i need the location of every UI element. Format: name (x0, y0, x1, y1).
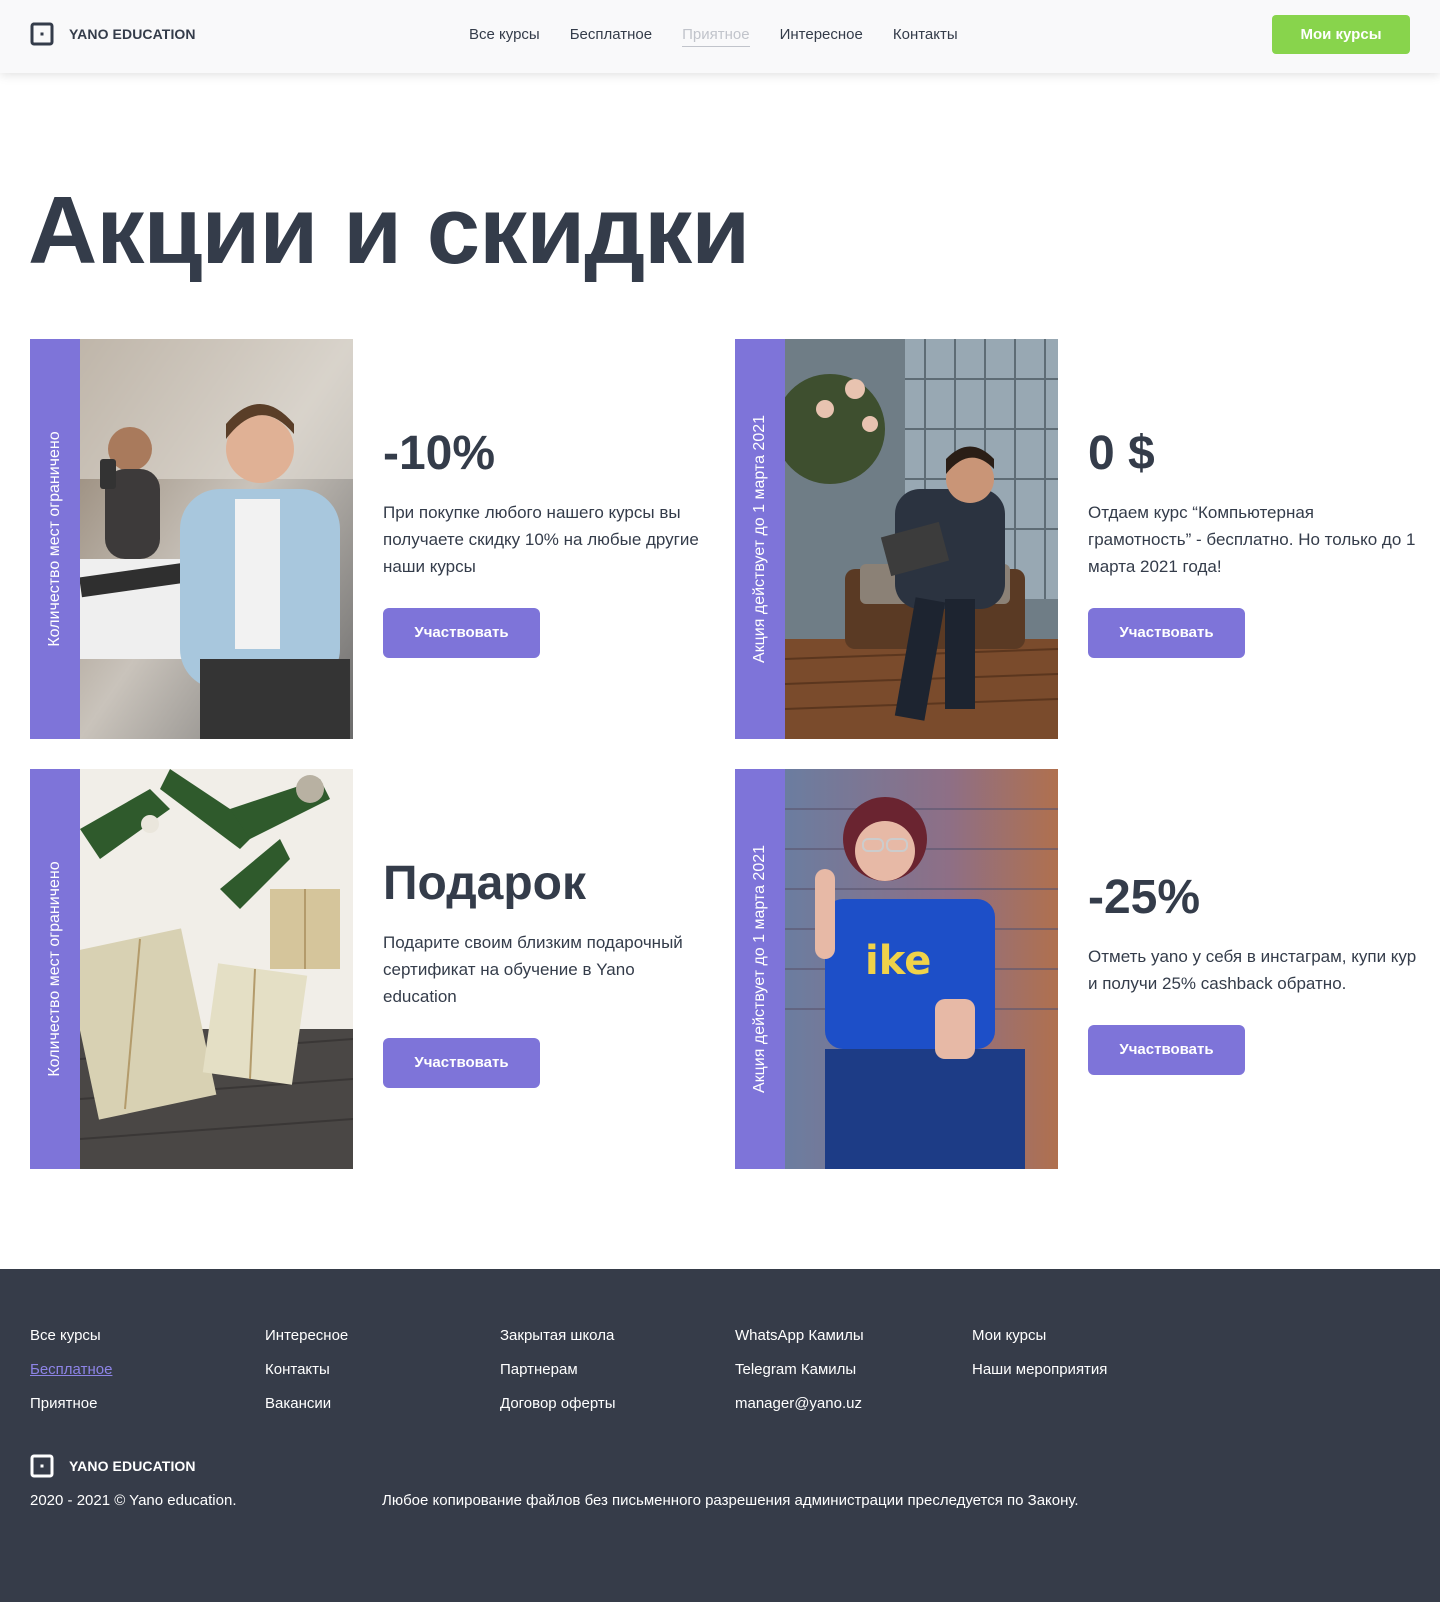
footer-column: WhatsApp Камилы Telegram Камилы manager@… (735, 1319, 864, 1421)
site-header: YANO EDUCATION Все курсы Бесплатное Прия… (0, 0, 1440, 73)
nav-interesting[interactable]: Интересное (780, 24, 863, 47)
footer-column: Все курсы Бесплатное Приятное (30, 1319, 112, 1421)
footer-link-offer[interactable]: Договор оферты (500, 1387, 616, 1421)
footer-link-partners[interactable]: Партнерам (500, 1353, 616, 1387)
footer-link-all-courses[interactable]: Все курсы (30, 1319, 112, 1353)
promo-ribbon: Акция действует до 1 марта 2021 (735, 339, 785, 739)
promo-body: 0 $ Отдаем курс “Компьютерная грамотност… (1088, 427, 1418, 658)
footer-link-free[interactable]: Бесплатное (30, 1353, 112, 1387)
participate-button[interactable]: Участвовать (383, 607, 540, 658)
promo-body: -25% Отметь yano у себя в инстаграм, куп… (1088, 871, 1418, 1075)
nav-contacts[interactable]: Контакты (893, 24, 958, 47)
promo-text: Подарите своим близким подарочный сертиф… (383, 932, 683, 1006)
promo-text: При покупке любого нашего курсы вы получ… (383, 502, 699, 576)
nav-free[interactable]: Бесплатное (570, 24, 652, 47)
promo-card: Акция действует до 1 марта 2021 0 $ Отда (735, 339, 1425, 739)
gift-boxes-photo (80, 769, 353, 1169)
site-footer: Все курсы Бесплатное Приятное Интересное… (0, 1269, 1440, 1602)
participate-button[interactable]: Участвовать (1088, 1024, 1245, 1075)
promo-title: -10% (383, 427, 496, 480)
copyright: 2020 - 2021 © Yano education. (30, 1492, 237, 1509)
brand-name: YANO EDUCATION (69, 26, 196, 42)
footer-link-telegram[interactable]: Telegram Камилы (735, 1353, 864, 1387)
ribbon-text: Акция действует до 1 марта 2021 (751, 414, 768, 664)
promo-card: Количество мест ограничено -10% При поку… (30, 339, 720, 739)
footer-column: Закрытая школа Партнерам Договор оферты (500, 1319, 616, 1421)
ribbon-text: Количество мест ограничено (46, 861, 63, 1077)
page-title: Акции и скидки (28, 177, 750, 284)
ribbon-text: Количество мест ограничено (46, 431, 63, 647)
svg-text:ike: ike (865, 938, 931, 984)
promo-ribbon: Количество мест ограничено (30, 339, 80, 739)
brand-name: YANO EDUCATION (69, 1458, 196, 1474)
footer-link-interesting[interactable]: Интересное (265, 1319, 348, 1353)
logo-icon (30, 22, 54, 46)
ribbon-text: Акция действует до 1 марта 2021 (751, 844, 768, 1094)
promo-title: 0 $ (1088, 427, 1155, 480)
man-with-laptop-photo (785, 339, 1058, 739)
my-courses-button[interactable]: Мои курсы (1272, 15, 1410, 54)
footer-column: Интересное Контакты Вакансии (265, 1319, 348, 1421)
promo-text: Отдаем курс “Компьютерная грамотность” -… (1088, 502, 1416, 576)
footer-link-my-courses[interactable]: Мои курсы (972, 1319, 1107, 1353)
promo-ribbon: Акция действует до 1 марта 2021 (735, 769, 785, 1169)
footer-logo[interactable]: YANO EDUCATION (30, 1454, 196, 1478)
promo-card: Количество мест ограничено Подарок Подар… (30, 769, 720, 1169)
participate-button[interactable]: Участвовать (1088, 607, 1245, 658)
promo-title: Подарок (383, 857, 587, 910)
footer-link-events[interactable]: Наши мероприятия (972, 1353, 1107, 1387)
promo-title: -25% (1088, 871, 1201, 924)
nav-pleasant[interactable]: Приятное (682, 24, 750, 47)
footer-column: Мои курсы Наши мероприятия (972, 1319, 1107, 1387)
promo-body: Подарок Подарите своим близким подарочны… (383, 857, 713, 1088)
main-nav: Все курсы Бесплатное Приятное Интересное… (469, 24, 988, 47)
legal-notice: Любое копирование файлов без письменного… (382, 1492, 1079, 1509)
footer-link-pleasant[interactable]: Приятное (30, 1387, 112, 1421)
logo-icon (30, 1454, 54, 1478)
nav-all-courses[interactable]: Все курсы (469, 24, 540, 47)
footer-link-email[interactable]: manager@yano.uz (735, 1387, 864, 1421)
participate-button[interactable]: Участвовать (383, 1037, 540, 1088)
man-with-phone-photo (80, 339, 353, 739)
header-logo[interactable]: YANO EDUCATION (30, 22, 196, 46)
woman-with-glasses-photo: ike (785, 769, 1058, 1169)
footer-link-whatsapp[interactable]: WhatsApp Камилы (735, 1319, 864, 1353)
promo-body: -10% При покупке любого нашего курсы вы … (383, 427, 713, 658)
footer-link-closed-school[interactable]: Закрытая школа (500, 1319, 616, 1353)
footer-link-contacts[interactable]: Контакты (265, 1353, 348, 1387)
promo-text: Отметь yano у себя в инстаграм, купи кур… (1088, 946, 1417, 993)
footer-link-vacancies[interactable]: Вакансии (265, 1387, 348, 1421)
promo-card: Акция действует до 1 марта 2021 ike -25%… (735, 769, 1425, 1169)
promo-ribbon: Количество мест ограничено (30, 769, 80, 1169)
